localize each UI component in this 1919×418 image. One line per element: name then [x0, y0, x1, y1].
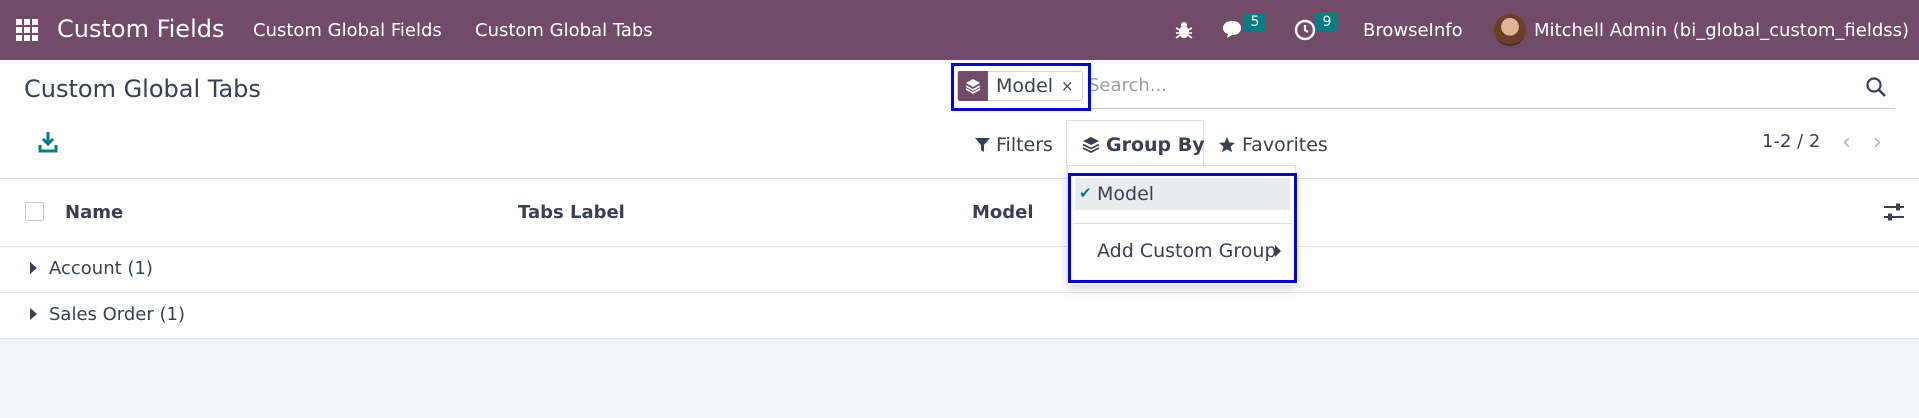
column-tabs-label[interactable]: Tabs Label — [518, 202, 625, 223]
bug-icon[interactable] — [1173, 19, 1195, 45]
activities-count-badge: 9 — [1316, 13, 1338, 32]
clock-icon[interactable] — [1293, 18, 1317, 46]
pager-value[interactable]: 1-2 / 2 — [1762, 131, 1820, 152]
chevron-right-icon[interactable]: › — [1873, 130, 1882, 155]
group-label: Sales Order (1) — [49, 304, 186, 325]
favorites-label: Favorites — [1242, 134, 1328, 156]
layers-icon — [1082, 137, 1100, 154]
highlight-facet-box — [951, 63, 1091, 111]
group-by-label: Group By — [1106, 134, 1205, 156]
menu-custom-global-fields[interactable]: Custom Global Fields — [253, 20, 442, 41]
highlight-dropdown-box — [1068, 173, 1297, 283]
menu-custom-global-tabs[interactable]: Custom Global Tabs — [475, 20, 653, 41]
list-group-row[interactable]: Account (1) — [0, 247, 1919, 293]
optional-columns-icon[interactable] — [1883, 202, 1905, 222]
page-title: Custom Global Tabs — [24, 75, 261, 103]
star-icon — [1219, 137, 1235, 153]
favorites-button[interactable]: Favorites — [1218, 127, 1328, 163]
messages-count-badge: 5 — [1244, 13, 1266, 32]
company-switcher[interactable]: BrowseInfo — [1363, 20, 1463, 41]
filter-icon — [975, 138, 990, 152]
download-icon[interactable] — [37, 130, 59, 154]
list-header: Name Tabs Label Model — [0, 179, 1919, 247]
caret-right-icon — [30, 308, 37, 320]
avatar[interactable] — [1494, 14, 1526, 46]
select-all-checkbox[interactable] — [25, 202, 44, 221]
list-view: Name Tabs Label Model Account (1) Sales … — [0, 179, 1919, 339]
column-name[interactable]: Name — [65, 202, 123, 223]
user-menu[interactable]: Mitchell Admin (bi_global_custom_fieldss… — [1534, 20, 1909, 41]
column-model[interactable]: Model — [972, 202, 1034, 223]
search-bar: Model × — [951, 65, 1895, 109]
list-group-row[interactable]: Sales Order (1) — [0, 293, 1919, 339]
group-label: Account (1) — [49, 258, 153, 279]
apps-grid-icon[interactable] — [16, 19, 38, 41]
filters-label: Filters — [996, 134, 1053, 156]
chevron-left-icon[interactable]: ‹ — [1842, 130, 1851, 155]
search-input[interactable] — [1088, 75, 1728, 96]
top-navbar: Custom Fields Custom Global Fields Custo… — [0, 0, 1919, 60]
app-brand[interactable]: Custom Fields — [57, 15, 224, 43]
search-icon[interactable] — [1865, 76, 1887, 98]
filters-button[interactable]: Filters — [975, 127, 1053, 163]
group-by-button[interactable]: Group By — [1082, 127, 1205, 163]
caret-right-icon — [30, 262, 37, 274]
